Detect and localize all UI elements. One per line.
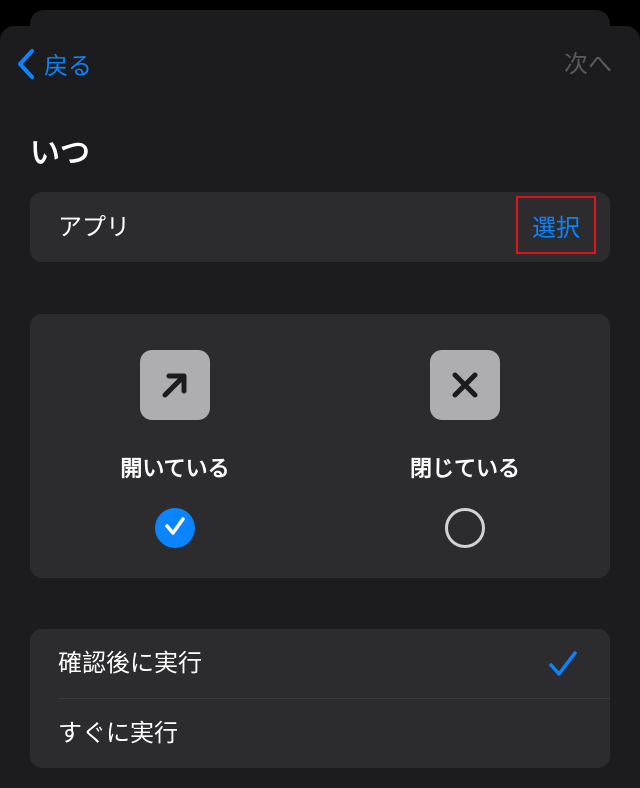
checkmark-icon bbox=[548, 649, 578, 683]
state-option-closed[interactable]: 閉じている bbox=[320, 314, 610, 578]
run-mode-list: 確認後に実行 すぐに実行 bbox=[30, 629, 610, 768]
state-option-opened[interactable]: 開いている bbox=[30, 314, 320, 578]
run-option-label: すぐに実行 bbox=[58, 719, 178, 747]
app-row-label: アプリ bbox=[58, 213, 130, 241]
xmark-icon bbox=[430, 350, 500, 420]
checkmark-icon bbox=[163, 514, 187, 542]
app-state-picker: 開いている 閉じている bbox=[30, 314, 610, 578]
radio-unchecked[interactable] bbox=[445, 508, 485, 548]
next-button[interactable]: 次へ bbox=[564, 48, 612, 80]
back-button[interactable]: 戻る bbox=[16, 48, 92, 84]
run-option-ask-before[interactable]: 確認後に実行 bbox=[30, 629, 610, 699]
arrow-up-right-icon bbox=[140, 350, 210, 420]
app-row[interactable]: アプリ 選択 bbox=[30, 192, 610, 262]
section-title: いつ bbox=[30, 136, 90, 171]
state-option-label: 閉じている bbox=[409, 457, 520, 482]
state-option-label: 開いている bbox=[120, 457, 230, 482]
run-option-immediately[interactable]: すぐに実行 bbox=[30, 699, 610, 768]
chevron-left-icon bbox=[16, 48, 36, 84]
select-app-button[interactable]: 選択 bbox=[516, 196, 596, 254]
automation-sheet: 戻る 次へ いつ アプリ 選択 開いている 閉じている 確認後に実行 すぐに実行 bbox=[0, 26, 640, 788]
run-option-label: 確認後に実行 bbox=[58, 649, 202, 677]
back-button-label: 戻る bbox=[44, 52, 92, 80]
radio-checked[interactable] bbox=[155, 508, 195, 548]
navigation-bar: 戻る 次へ bbox=[0, 26, 640, 106]
